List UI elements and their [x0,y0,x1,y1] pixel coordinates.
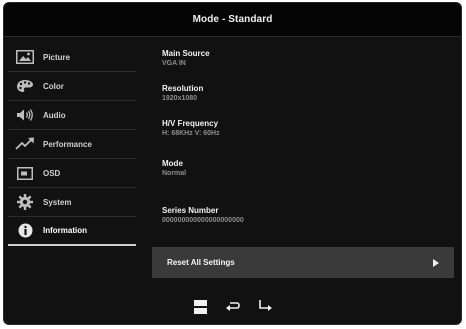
main-source-info: Main Source VGA IN [162,48,210,69]
palette-icon [13,78,37,95]
sidebar-item-information[interactable]: Information [8,217,136,246]
sidebar-item-performance[interactable]: Performance [8,130,136,159]
sidebar-item-picture[interactable]: Picture [8,43,136,72]
resolution-value: 1920x1080 [162,95,198,102]
menu-icon[interactable] [193,299,209,315]
sidebar-item-label: Color [43,81,64,91]
mode-label: Mode [162,159,183,168]
mode-value: Normal [162,170,187,177]
reset-label: Reset All Settings [167,258,235,267]
sidebar-item-label: Audio [43,110,66,120]
sidebar: Picture Color Audio Performance OSD Syst… [8,43,136,246]
page-title: Mode - Standard [192,14,273,25]
enter-icon[interactable] [257,299,273,315]
frequency-label: H/V Frequency [162,119,219,128]
resolution-label: Resolution [162,84,204,93]
trend-icon [13,136,37,153]
title-bar: Mode - Standard [4,3,461,37]
info-icon [13,222,37,239]
sidebar-item-audio[interactable]: Audio [8,101,136,130]
sidebar-item-label: OSD [43,168,61,178]
main-source-value: VGA IN [162,60,186,67]
osd-icon [13,165,37,182]
chevron-right-icon [433,259,439,267]
osd-window: Mode - Standard Picture Color Audio Perf… [3,2,462,325]
picture-icon [13,49,37,66]
sidebar-item-osd[interactable]: OSD [8,159,136,188]
frequency-info: H/V Frequency H: 68KHz V: 60Hz [162,118,220,139]
serial-value: 000000000000000000000 [162,217,244,224]
navigation-bar [4,287,461,324]
serial-info: Series Number 000000000000000000000 [162,205,244,226]
reset-all-settings-button[interactable]: Reset All Settings [152,247,454,278]
main-source-label: Main Source [162,49,210,58]
return-icon[interactable] [225,299,241,315]
gear-icon [13,194,37,211]
sidebar-item-system[interactable]: System [8,188,136,217]
frequency-value: H: 68KHz V: 60Hz [162,130,220,137]
sidebar-item-label: System [43,197,72,207]
sidebar-item-color[interactable]: Color [8,72,136,101]
serial-label: Series Number [162,206,219,215]
sidebar-item-label: Picture [43,52,71,62]
sidebar-item-label: Information [43,226,87,235]
mode-info: Mode Normal [162,158,186,179]
speaker-icon [13,107,37,124]
sidebar-item-label: Performance [43,139,92,149]
resolution-info: Resolution 1920x1080 [162,83,203,104]
